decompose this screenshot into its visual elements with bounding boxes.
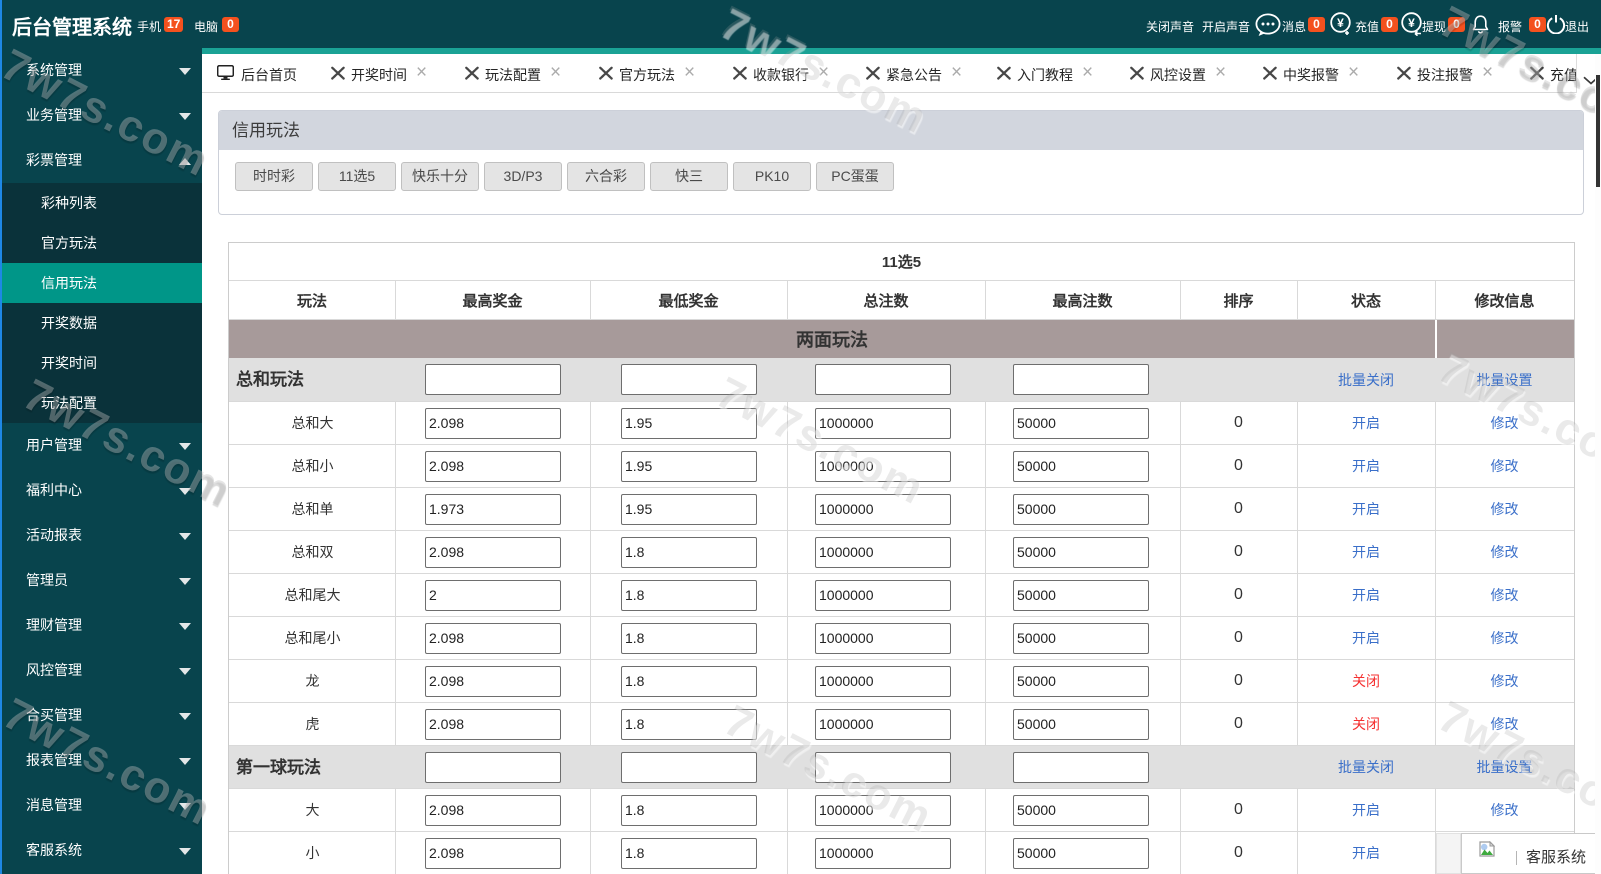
svg-text:¥: ¥ <box>1408 16 1415 30</box>
svg-text:¥: ¥ <box>1337 16 1344 30</box>
